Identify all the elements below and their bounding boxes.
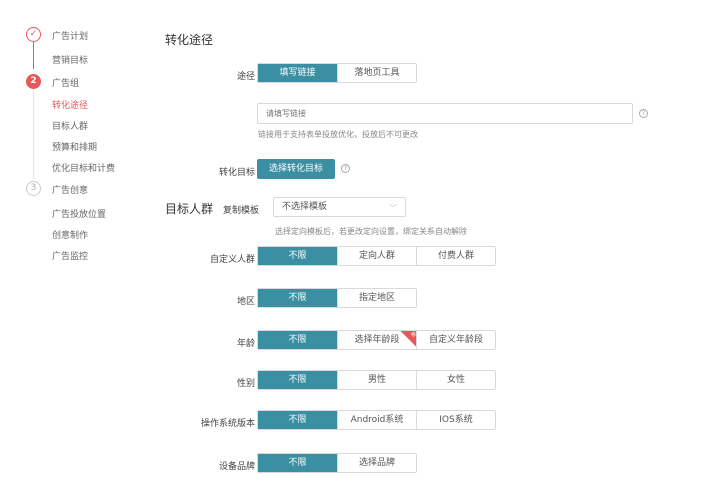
custom-audience-option[interactable]: 定向人群 <box>337 247 416 265</box>
device-brand-label: 设备品牌 <box>218 462 255 472</box>
new-badge: 新 <box>399 331 416 349</box>
gender-segmented: 不限 男性 女性 <box>257 370 496 390</box>
check-icon: ✓ <box>26 27 41 42</box>
section-title-audience: 目标人群 <box>165 202 214 216</box>
custom-audience-segmented: 不限 定向人群 付费人群 <box>257 246 496 266</box>
path-option-landing[interactable]: 落地页工具 <box>337 64 416 82</box>
age-option[interactable]: 不限 <box>258 331 337 349</box>
copy-template-label: 复制模板 <box>223 206 260 216</box>
age-segmented: 不限 选择年龄段 新 自定义年龄段 <box>257 330 496 350</box>
custom-audience-label: 自定义人群 <box>209 255 255 265</box>
sidebar-step-plan[interactable]: 广告计划 <box>52 29 88 42</box>
os-option[interactable]: Android系统 <box>337 411 416 429</box>
os-option[interactable]: 不限 <box>258 411 337 429</box>
target-label: 转化目标 <box>218 168 255 178</box>
link-hint: 链接用于支持表单投放优化，投放后不可更改 <box>258 130 418 139</box>
step-number-3: 3 <box>26 181 41 196</box>
link-input[interactable] <box>257 103 633 124</box>
sidebar-item-conversion[interactable]: 转化途径 <box>52 98 88 111</box>
path-segmented: 填写链接 落地页工具 <box>257 63 417 83</box>
sidebar-item-creative-make[interactable]: 创意制作 <box>52 228 88 241</box>
custom-audience-option[interactable]: 不限 <box>258 247 337 265</box>
region-segmented: 不限 指定地区 <box>257 288 417 308</box>
path-option-link[interactable]: 填写链接 <box>258 64 337 82</box>
sidebar: ✓ 广告计划 营销目标 2 广告组 转化途径 目标人群 预算和排期 优化目标和计… <box>0 0 125 488</box>
progress-line <box>33 42 34 69</box>
sidebar-item-monitor[interactable]: 广告监控 <box>52 249 88 262</box>
age-label: 年龄 <box>236 339 255 349</box>
section-title-conversion: 转化途径 <box>165 33 214 47</box>
os-segmented: 不限 Android系统 IOS系统 <box>257 410 496 430</box>
sidebar-step-creative[interactable]: 广告创意 <box>52 183 88 196</box>
sidebar-step-group[interactable]: 广告组 <box>52 76 79 89</box>
help-icon[interactable]: ? <box>639 109 648 118</box>
gender-label: 性别 <box>236 379 255 389</box>
step-number-2: 2 <box>26 74 41 89</box>
gender-option[interactable]: 不限 <box>258 371 337 389</box>
sidebar-item-placement[interactable]: 广告投放位置 <box>52 207 106 220</box>
age-option[interactable]: 自定义年龄段 <box>416 331 495 349</box>
gender-option[interactable]: 女性 <box>416 371 495 389</box>
sidebar-item-marketing-goal[interactable]: 营销目标 <box>52 53 88 66</box>
sidebar-item-audience[interactable]: 目标人群 <box>52 119 88 132</box>
region-option[interactable]: 指定地区 <box>337 289 416 307</box>
custom-audience-option[interactable]: 付费人群 <box>416 247 495 265</box>
progress-line <box>33 89 34 179</box>
template-hint: 选择定向模板后，若更改定向设置，绑定关系自动解除 <box>275 227 467 236</box>
path-label: 途径 <box>236 72 255 82</box>
os-version-label: 操作系统版本 <box>200 419 255 429</box>
gender-option[interactable]: 男性 <box>337 371 416 389</box>
select-target-button[interactable]: 选择转化目标 <box>257 159 335 179</box>
age-option-label: 选择年龄段 <box>354 335 400 345</box>
age-option[interactable]: 选择年龄段 新 <box>337 331 416 349</box>
brand-option[interactable]: 不限 <box>258 454 337 472</box>
region-label: 地区 <box>236 297 255 307</box>
brand-segmented: 不限 选择品牌 <box>257 453 417 473</box>
sidebar-item-bidding[interactable]: 优化目标和计费 <box>52 161 115 174</box>
template-select[interactable]: 不选择模板 ﹀ <box>273 197 406 217</box>
chevron-down-icon: ﹀ <box>389 204 397 213</box>
region-option[interactable]: 不限 <box>258 289 337 307</box>
template-select-value: 不选择模板 <box>282 202 328 212</box>
os-option[interactable]: IOS系统 <box>416 411 495 429</box>
sidebar-item-budget[interactable]: 预算和排期 <box>52 140 97 153</box>
help-icon[interactable]: ? <box>341 164 350 173</box>
main-content: 转化途径 途径 填写链接 落地页工具 ? 链接用于支持表单投放优化，投放后不可更… <box>125 0 721 488</box>
brand-option[interactable]: 选择品牌 <box>337 454 416 472</box>
